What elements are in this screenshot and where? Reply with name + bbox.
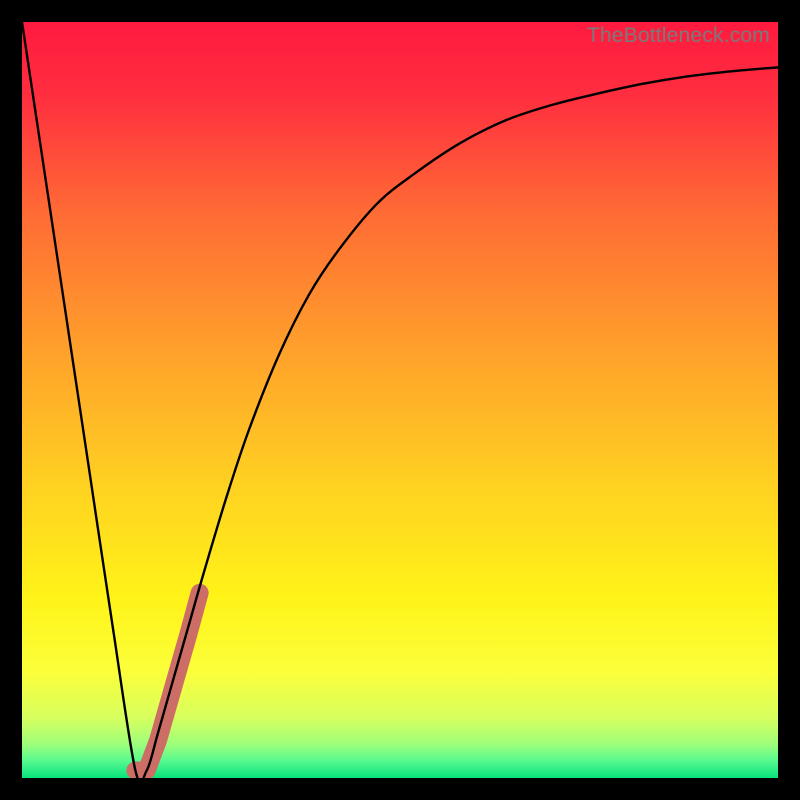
curve-layer: [22, 22, 778, 778]
watermark-text: TheBottleneck.com: [587, 24, 770, 48]
plot-area: TheBottleneck.com: [22, 22, 778, 778]
chart-frame: TheBottleneck.com: [0, 0, 800, 800]
bottleneck-curve: [22, 22, 778, 778]
